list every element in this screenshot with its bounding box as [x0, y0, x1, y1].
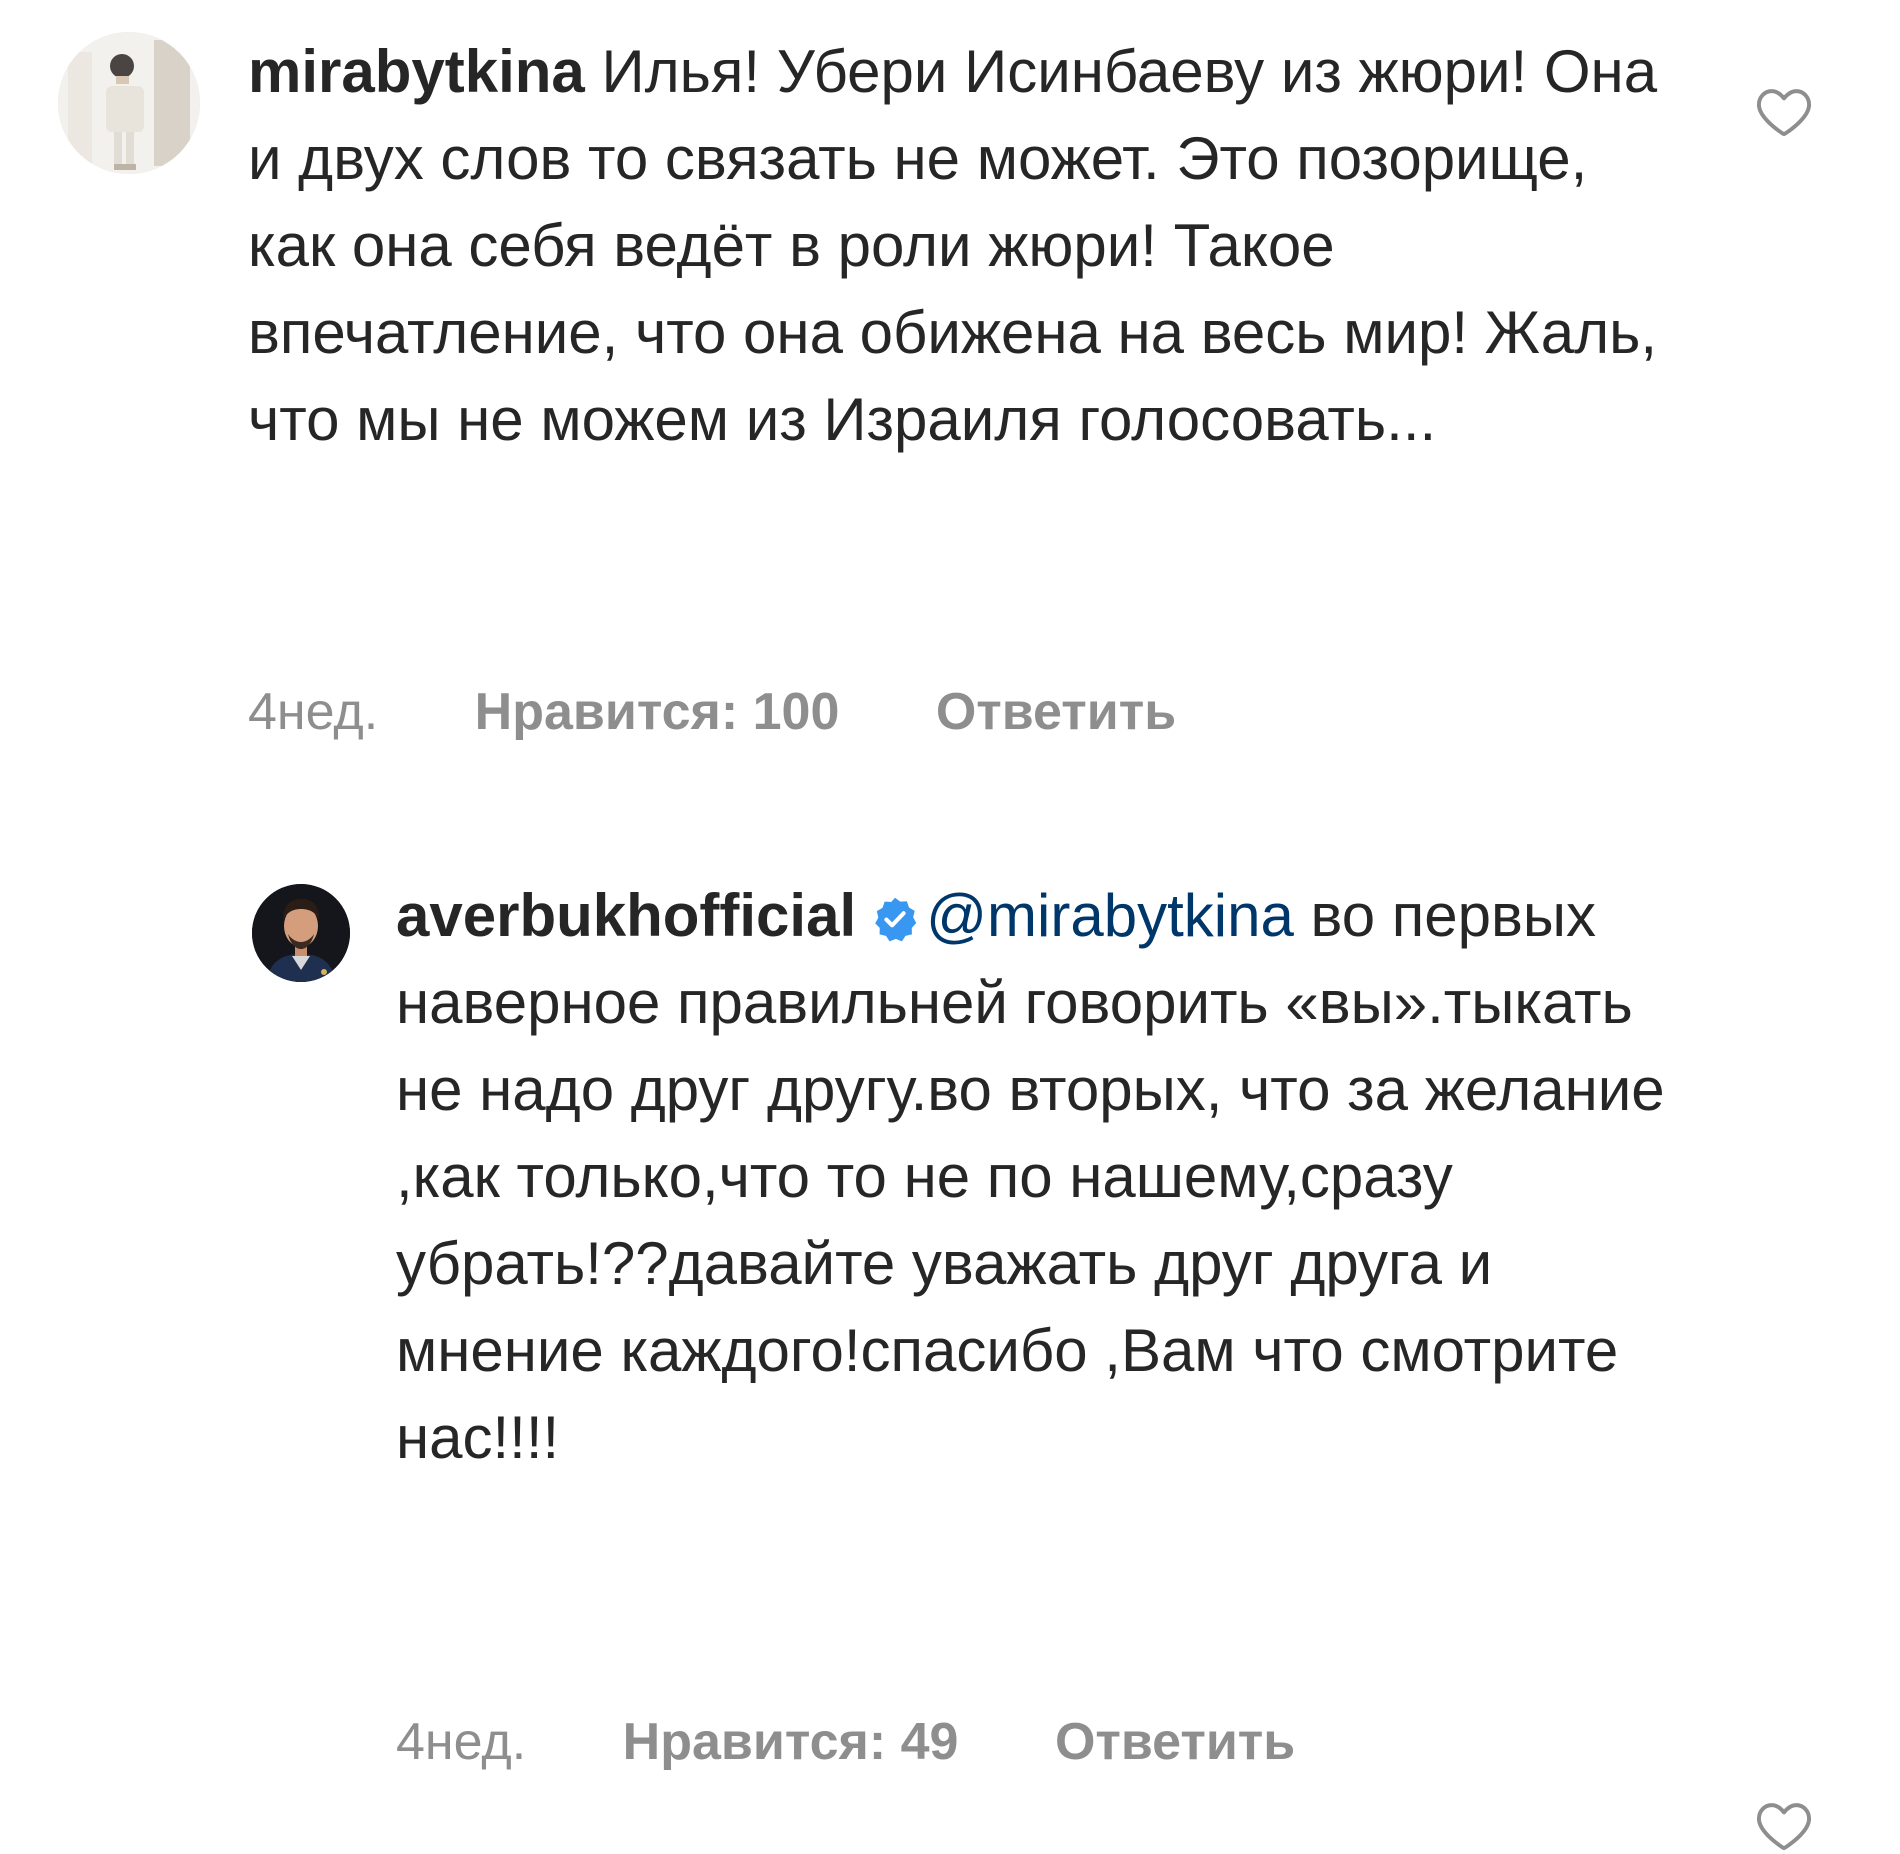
comment-body: averbukhofficial @mirabytkina во первых … [396, 872, 1706, 1481]
comment-timestamp: 4нед. [396, 1713, 527, 1771]
comment-meta: 4нед. Нравится: 49 Ответить [396, 1712, 1295, 1772]
heart-icon[interactable] [1756, 1798, 1812, 1854]
comment: mirabytkina Илья! Убери Исинбаеву из жюр… [0, 0, 1900, 780]
user-mention-link[interactable]: @mirabytkina [926, 882, 1294, 949]
comment-meta: 4нед. Нравится: 100 Ответить [248, 682, 1176, 742]
heart-outline-icon [1756, 89, 1812, 137]
comment-likes-count[interactable]: Нравится: 100 [475, 682, 840, 742]
reply-button[interactable]: Ответить [1055, 1712, 1295, 1772]
verified-badge-icon [872, 896, 918, 942]
user-avatar[interactable] [252, 884, 350, 982]
user-photo-avatar [252, 884, 350, 982]
comment-text: во первых наверное правильней говорить «… [396, 882, 1682, 1471]
heart-outline-icon [1756, 1803, 1812, 1851]
comment-username[interactable]: mirabytkina [248, 38, 585, 105]
comment: averbukhofficial @mirabytkina во первых … [0, 860, 1900, 1851]
comment-timestamp: 4нед. [248, 683, 379, 741]
comment-body: mirabytkina Илья! Убери Исинбаеву из жюр… [248, 28, 1688, 463]
user-photo-avatar [58, 32, 200, 174]
comment-likes-count[interactable]: Нравится: 49 [623, 1712, 959, 1772]
reply-button[interactable]: Ответить [936, 682, 1176, 742]
user-avatar[interactable] [58, 32, 200, 174]
heart-icon[interactable] [1756, 84, 1812, 140]
comment-username[interactable]: averbukhofficial [396, 882, 856, 949]
